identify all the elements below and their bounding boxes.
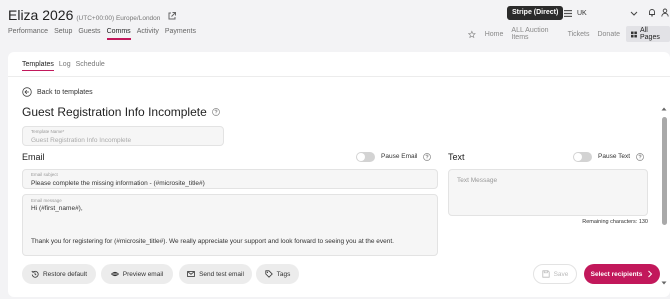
- stripe-status-badge[interactable]: Stripe (Direct): [507, 6, 564, 20]
- preview-email-button[interactable]: Preview email: [101, 264, 173, 284]
- tags-button[interactable]: Tags: [256, 264, 299, 284]
- subtab-log[interactable]: Log: [59, 61, 71, 71]
- all-pages-button[interactable]: All Pages: [626, 26, 670, 42]
- mail-icon: [187, 271, 195, 277]
- pause-text-label: Pause Text: [598, 153, 631, 160]
- tab-activity[interactable]: Activity: [137, 28, 159, 40]
- template-name-placeholder: Guest Registration Info Incomplete: [31, 137, 132, 144]
- page-title: Guest Registration Info Incomplete: [22, 105, 220, 119]
- link-auction-items[interactable]: ALL Auction Items: [511, 27, 559, 41]
- remaining-characters: Remaining characters: 130: [582, 219, 648, 225]
- flag-icon: [564, 9, 572, 17]
- pause-email-toggle[interactable]: [356, 152, 375, 162]
- external-link-icon[interactable]: [167, 11, 177, 21]
- send-test-email-label: Send test email: [199, 270, 244, 278]
- link-tickets[interactable]: Tickets: [568, 31, 590, 38]
- microsite-links: Home ALL Auction Items Tickets Donate Al…: [468, 26, 670, 42]
- country-value: UK: [577, 9, 587, 17]
- back-arrow-icon: [22, 87, 32, 97]
- save-label: Save: [553, 270, 569, 278]
- save-icon: [541, 270, 550, 278]
- tab-guests[interactable]: Guests: [78, 28, 100, 40]
- tab-payments[interactable]: Payments: [165, 28, 196, 40]
- country-select[interactable]: UK: [564, 6, 642, 20]
- tag-icon: [265, 270, 273, 278]
- tab-performance[interactable]: Performance: [8, 28, 48, 40]
- text-heading: Text: [448, 152, 465, 162]
- link-home[interactable]: Home: [485, 31, 504, 38]
- back-label: Back to templates: [37, 88, 93, 96]
- bell-icon[interactable]: [648, 8, 656, 17]
- help-icon[interactable]: [211, 108, 220, 116]
- event-name: Eliza 2026: [8, 7, 74, 23]
- restore-default-label: Restore default: [42, 270, 88, 278]
- help-icon[interactable]: [636, 153, 644, 161]
- divider: [8, 76, 670, 77]
- comms-subtabs: Templates Log Schedule: [22, 61, 105, 71]
- email-subject-value: Please complete the missing information …: [31, 180, 205, 187]
- top-bar: Eliza 2026 (UTC+00:00) Europe/London Str…: [0, 0, 670, 50]
- restore-icon: [31, 270, 39, 278]
- save-button[interactable]: Save: [533, 264, 577, 284]
- tab-comms[interactable]: Comms: [106, 28, 131, 40]
- subtab-templates[interactable]: Templates: [22, 61, 54, 71]
- email-message-field[interactable]: Email message Hi (#first_name#), Thank y…: [22, 194, 438, 256]
- pause-text-toggle[interactable]: [573, 152, 592, 162]
- back-to-templates-link[interactable]: Back to templates: [22, 87, 93, 97]
- eye-icon: [110, 271, 119, 277]
- email-subject-label: Email subject: [31, 172, 58, 177]
- email-message-body: Thank you for registering for (#microsit…: [31, 238, 394, 245]
- email-message-greeting: Hi (#first_name#),: [31, 205, 83, 212]
- pause-email-label: Pause Email: [381, 153, 418, 160]
- tab-setup[interactable]: Setup: [54, 28, 72, 40]
- email-message-label: Email message: [31, 198, 62, 203]
- template-editor-card: Templates Log Schedule Back to templates…: [8, 52, 670, 297]
- select-recipients-button[interactable]: Select recipients: [584, 264, 660, 284]
- grid-icon: [631, 31, 637, 37]
- subtab-schedule[interactable]: Schedule: [76, 61, 105, 71]
- email-subject-field[interactable]: Email subject Please complete the missin…: [22, 169, 438, 189]
- scrollbar-thumb[interactable]: [661, 117, 667, 225]
- event-header: Eliza 2026 (UTC+00:00) Europe/London: [8, 7, 177, 23]
- tags-label: Tags: [276, 270, 291, 278]
- all-pages-label: All Pages: [639, 27, 660, 41]
- text-message-field[interactable]: Text Message: [448, 169, 648, 216]
- chevron-down-icon: [630, 11, 638, 16]
- user-icon[interactable]: [661, 8, 669, 17]
- template-name-field[interactable]: Template Name* Guest Registration Info I…: [22, 126, 224, 146]
- link-donate[interactable]: Donate: [597, 31, 620, 38]
- text-message-placeholder: Text Message: [457, 177, 498, 184]
- send-test-email-button[interactable]: Send test email: [179, 264, 252, 284]
- restore-default-button[interactable]: Restore default: [22, 264, 96, 284]
- star-icon[interactable]: [468, 29, 476, 39]
- scroll-up-icon[interactable]: [661, 106, 667, 112]
- preview-email-label: Preview email: [122, 270, 164, 278]
- page-title-text: Guest Registration Info Incomplete: [22, 105, 207, 119]
- main-nav: Performance Setup Guests Comms Activity …: [8, 28, 196, 40]
- chevron-right-icon: [648, 270, 653, 278]
- event-timezone: (UTC+00:00) Europe/London: [76, 15, 161, 22]
- select-recipients-label: Select recipients: [590, 270, 643, 278]
- template-name-label: Template Name*: [31, 129, 65, 134]
- scrollbar[interactable]: [661, 107, 667, 285]
- help-icon[interactable]: [423, 153, 431, 161]
- scroll-down-icon[interactable]: [661, 280, 667, 286]
- email-heading: Email: [22, 152, 45, 162]
